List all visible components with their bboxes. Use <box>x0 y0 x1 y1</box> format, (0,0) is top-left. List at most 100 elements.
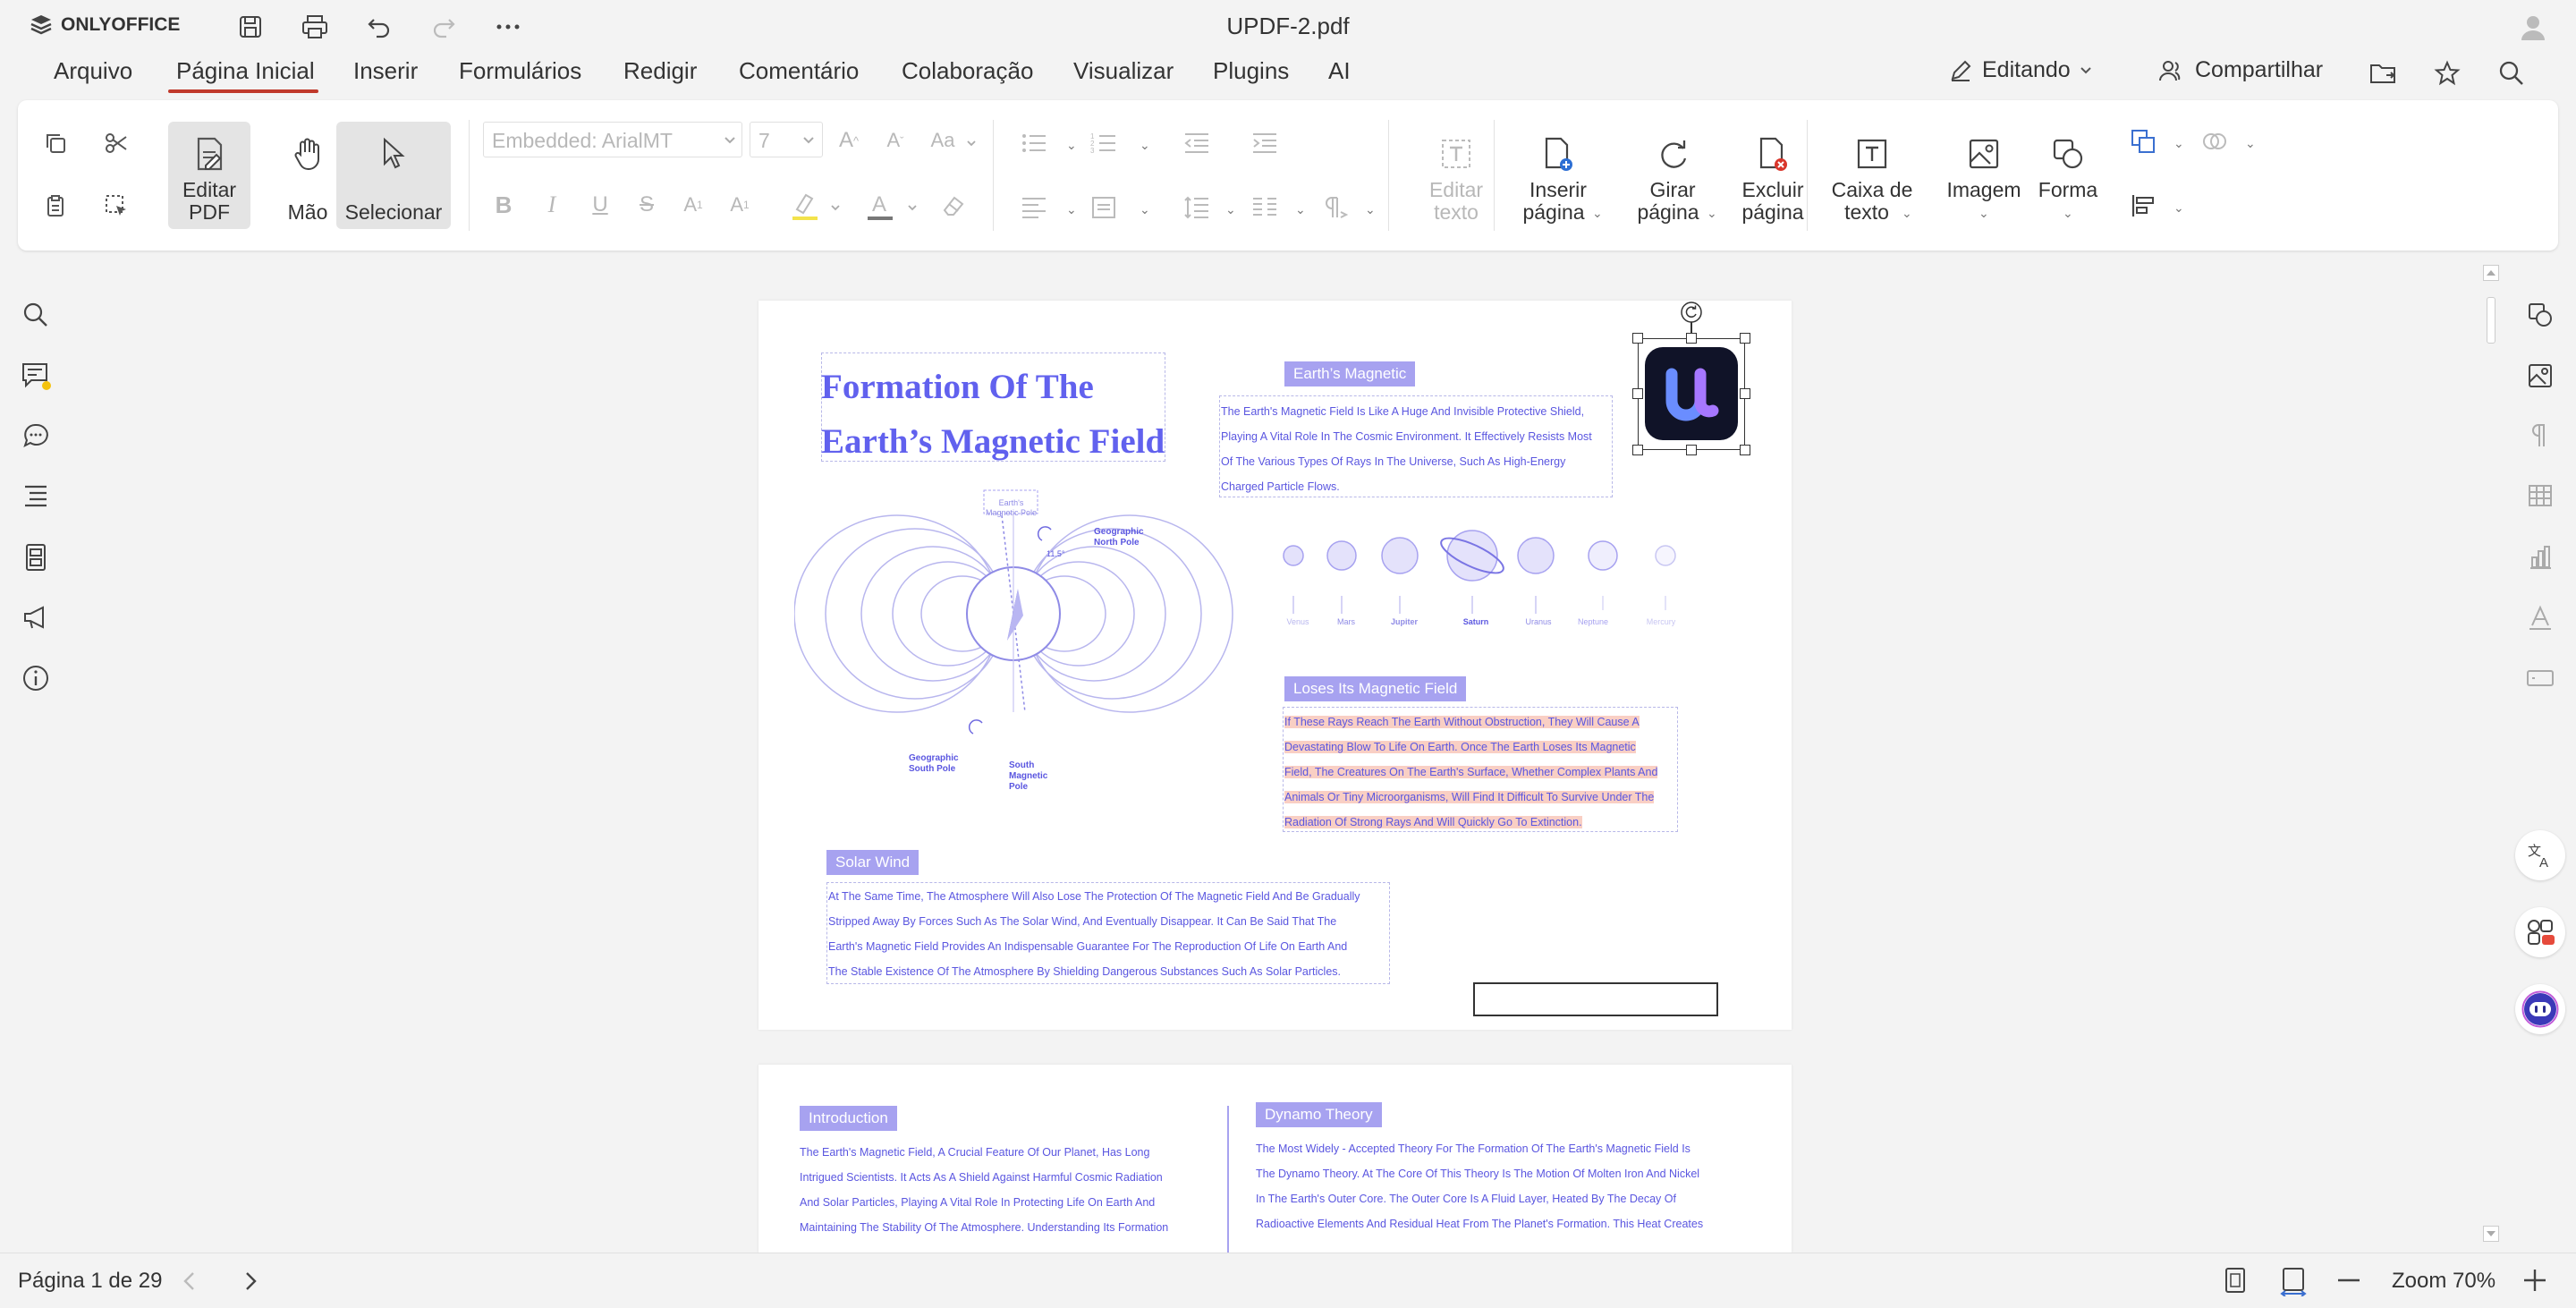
search-icon[interactable] <box>18 297 54 333</box>
menu-colaboracao[interactable]: Colaboração <box>902 57 1033 85</box>
resize-handle[interactable] <box>1632 333 1643 344</box>
chat-icon[interactable] <box>18 418 54 454</box>
vertical-align-icon[interactable] <box>1088 191 1120 224</box>
menu-inserir[interactable]: Inserir <box>353 57 418 85</box>
cut-icon[interactable] <box>100 127 132 159</box>
next-page-icon[interactable] <box>242 1270 259 1292</box>
line-spacing-icon[interactable] <box>1181 191 1213 224</box>
edit-pdf-icon <box>191 136 227 172</box>
introduction-tag: Introduction <box>800 1106 897 1131</box>
scroll-down-icon[interactable] <box>2483 1226 2499 1242</box>
resize-handle[interactable] <box>1686 333 1697 344</box>
select-all-icon[interactable] <box>100 190 132 222</box>
shape-settings-icon[interactable] <box>2522 297 2558 333</box>
search-icon[interactable] <box>2496 57 2528 89</box>
info-icon[interactable] <box>18 660 54 696</box>
menu-visualizar[interactable]: Visualizar <box>1073 57 1174 85</box>
resize-handle[interactable] <box>1740 388 1750 399</box>
strikethrough-icon[interactable]: S <box>631 190 662 220</box>
scroll-up-icon[interactable] <box>2483 265 2499 281</box>
underline-icon[interactable]: U <box>585 190 615 220</box>
fit-page-icon[interactable] <box>2222 1266 2249 1295</box>
comments-list-icon[interactable] <box>18 358 54 394</box>
zoom-out-icon[interactable] <box>2336 1278 2361 1282</box>
empty-text-field[interactable] <box>1473 982 1718 1016</box>
image-settings-icon[interactable] <box>2522 358 2558 394</box>
selected-image[interactable] <box>1632 302 1750 455</box>
share-button[interactable]: Compartilhar <box>2157 57 2323 83</box>
text-box-button[interactable]: Caixa de texto ⌄ <box>1823 122 1921 233</box>
paragraph-direction-icon[interactable] <box>1318 191 1351 224</box>
image-button[interactable]: Imagem ⌄ <box>1939 122 2029 233</box>
decrease-indent-icon[interactable] <box>1181 127 1213 159</box>
text-art-settings-icon[interactable] <box>2522 599 2558 635</box>
menu-formularios[interactable]: Formulários <box>459 57 581 85</box>
select-tool-button[interactable]: Selecionar <box>336 122 451 229</box>
paragraph-settings-icon[interactable] <box>2522 418 2558 454</box>
numbered-list-icon[interactable]: 123 <box>1088 127 1120 159</box>
font-color-icon[interactable]: A <box>862 188 898 224</box>
editing-mode-dropdown[interactable]: Editando <box>1948 57 2092 83</box>
user-avatar-icon[interactable] <box>2517 11 2549 43</box>
menu-pagina-inicial[interactable]: Página Inicial <box>176 57 315 85</box>
bullet-list-icon[interactable] <box>1018 127 1050 159</box>
align-left-icon[interactable] <box>1018 191 1050 224</box>
zoom-level: Zoom 70% <box>2392 1269 2496 1293</box>
zoom-in-icon[interactable] <box>2522 1268 2547 1293</box>
hand-tool-button[interactable]: Mão <box>279 122 336 229</box>
announcement-icon[interactable] <box>18 599 54 635</box>
fit-width-icon[interactable] <box>2279 1266 2308 1296</box>
subscript-icon[interactable]: A1 <box>724 190 755 220</box>
menu-ai[interactable]: AI <box>1328 57 1351 85</box>
highlight-icon[interactable] <box>787 188 823 224</box>
rotate-page-button[interactable]: Girar página ⌄ <box>1628 122 1717 233</box>
rotate-handle-icon[interactable] <box>1680 301 1703 324</box>
star-icon[interactable] <box>2431 57 2463 89</box>
paste-icon[interactable] <box>39 190 72 222</box>
outline-icon[interactable] <box>18 478 54 514</box>
copy-icon[interactable] <box>39 127 72 159</box>
group-icon[interactable] <box>2199 125 2231 157</box>
italic-icon[interactable]: I <box>537 190 567 220</box>
font-name-select[interactable]: Embedded: ArialMT <box>483 122 742 157</box>
table-settings-icon[interactable] <box>2522 478 2558 514</box>
clear-format-icon[interactable] <box>937 190 970 222</box>
resize-handle[interactable] <box>1632 388 1643 399</box>
menu-redigir[interactable]: Redigir <box>623 57 697 85</box>
planet-label: Neptune <box>1577 617 1609 626</box>
resize-handle[interactable] <box>1686 445 1697 455</box>
increase-indent-icon[interactable] <box>1249 127 1281 159</box>
insert-page-button[interactable]: Inserir página ⌄ <box>1513 122 1603 233</box>
shape-button[interactable]: Forma ⌄ <box>2025 122 2111 233</box>
columns-icon[interactable] <box>1249 191 1281 224</box>
chevron-down-icon <box>967 140 976 147</box>
increase-font-icon[interactable]: A ^ <box>834 125 864 156</box>
change-case-icon[interactable]: Aa <box>925 125 961 156</box>
resize-handle[interactable] <box>1740 445 1750 455</box>
decrease-font-icon[interactable]: Aˇ <box>880 125 911 156</box>
apps-icon[interactable] <box>2515 907 2565 957</box>
edit-pdf-button[interactable]: Editar PDF <box>168 122 250 229</box>
ai-assistant-icon[interactable] <box>2515 984 2565 1034</box>
chart-settings-icon[interactable] <box>2522 539 2558 575</box>
menu-comentario[interactable]: Comentário <box>739 57 859 85</box>
vertical-scrollbar[interactable] <box>2479 265 2503 1249</box>
arrange-icon[interactable] <box>2127 125 2159 157</box>
page-thumbnails-icon[interactable] <box>18 539 54 575</box>
resize-handle[interactable] <box>1632 445 1643 455</box>
previous-page-icon[interactable] <box>181 1270 199 1292</box>
translate-icon[interactable]: 文A <box>2515 830 2565 880</box>
folder-icon[interactable] <box>2367 57 2399 89</box>
bold-icon[interactable]: B <box>488 190 519 220</box>
scroll-thumb[interactable] <box>2487 297 2496 344</box>
menu-arquivo[interactable]: Arquivo <box>54 57 132 85</box>
align-objects-icon[interactable] <box>2127 190 2159 222</box>
delete-page-button[interactable]: Excluir página <box>1728 122 1818 233</box>
form-settings-icon[interactable] <box>2522 660 2558 696</box>
south-magnetic-pole-label: South Magnetic Pole <box>1009 760 1047 793</box>
resize-handle[interactable] <box>1740 333 1750 344</box>
font-size-select[interactable]: 7 <box>750 122 823 157</box>
menu-plugins[interactable]: Plugins <box>1213 57 1289 85</box>
text-line: At The Same Time, The Atmosphere Will Al… <box>828 890 1360 903</box>
superscript-icon[interactable]: A1 <box>678 190 708 220</box>
